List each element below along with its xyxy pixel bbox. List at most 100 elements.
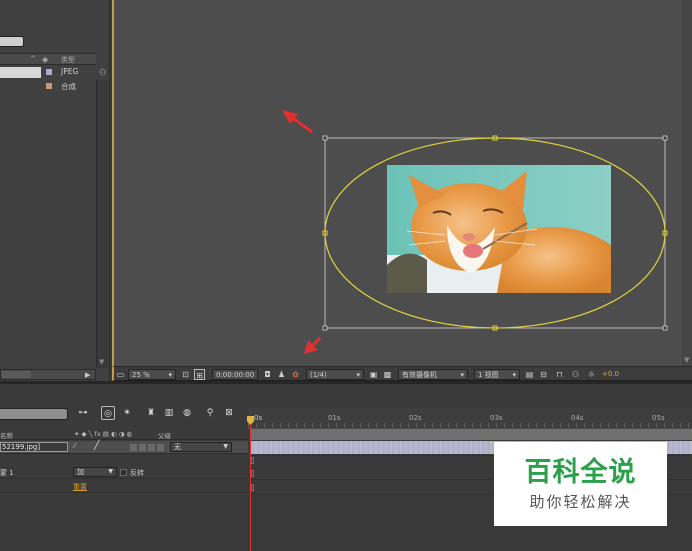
- mask-invert-label: 反转: [130, 469, 144, 477]
- current-time-display[interactable]: 0:00:00:00: [212, 369, 258, 380]
- composition-mini-flowchart-icon[interactable]: ⊶: [76, 406, 90, 420]
- viewer-overlay: ▼: [282, 0, 692, 366]
- red-arrow-icon: [304, 336, 322, 354]
- column-name-header[interactable]: 名称: [0, 430, 13, 440]
- switches-header-icons[interactable]: ✦ ◆ ╲ fx ▤ ◐ ◑ ◍: [74, 430, 132, 438]
- mask-mode-value: 加: [77, 468, 84, 476]
- graph-editor-icon[interactable]: ⊠: [222, 406, 236, 420]
- layer-bounding-box[interactable]: [324, 137, 666, 329]
- transparency-grid-icon[interactable]: ▩: [382, 369, 393, 380]
- layer-transform-handles[interactable]: [322, 135, 668, 331]
- layer-column-header: 名称 ✦ ◆ ╲ fx ▤ ◐ ◑ ◍ 父级: [0, 429, 248, 440]
- chevron-down-icon: ▾: [512, 371, 516, 379]
- chevron-down-icon: ▾: [168, 371, 172, 379]
- flowchart-icon[interactable]: ⚇: [570, 369, 581, 380]
- project-search-input[interactable]: [0, 36, 24, 47]
- grid-icon[interactable]: ⊞: [194, 369, 205, 380]
- mask-vertex-handles[interactable]: [322, 135, 668, 331]
- live-update-icon[interactable]: ◎: [101, 406, 115, 420]
- mask-row[interactable]: 蒙 1 加 ▼ 反转: [0, 466, 248, 479]
- ruler-tick-label: 03s: [490, 414, 503, 422]
- mask-mode-dropdown[interactable]: 加 ▼: [73, 467, 117, 477]
- project-item-type: JPEG: [61, 67, 79, 76]
- ruler-start-label: 0s: [254, 414, 263, 422]
- watermark-subtitle: 助你轻松解决: [529, 493, 632, 511]
- label-swatch[interactable]: [46, 83, 52, 89]
- project-item-name-cell[interactable]: [0, 67, 41, 78]
- motion-blur-icon[interactable]: ◍: [180, 406, 194, 420]
- mask-name[interactable]: 蒙 1: [0, 468, 14, 478]
- tag-icon[interactable]: ◈: [42, 55, 51, 64]
- exposure-icon[interactable]: ☼: [586, 369, 597, 380]
- parent-value: 无: [174, 443, 181, 451]
- always-preview-icon[interactable]: ▭: [115, 369, 126, 380]
- column-type-header[interactable]: 类型: [61, 55, 75, 65]
- resolution-value: (1/4): [310, 371, 327, 379]
- track-keyframe-marker[interactable]: [251, 484, 254, 491]
- pen-switch-icon[interactable]: ╱: [94, 441, 99, 451]
- label-swatch[interactable]: [46, 69, 52, 75]
- camera-view-value: 有效摄像机: [402, 371, 437, 379]
- project-panel: ^ ◈ 类型 JPEG 合成 ⚇ ▼ ▶: [0, 0, 110, 382]
- mask-reset-link[interactable]: 重置: [73, 482, 87, 492]
- mask-invert-checkbox[interactable]: [120, 469, 127, 476]
- track-keyframe-marker[interactable]: [251, 470, 254, 477]
- draft-3d-icon[interactable]: ✶: [120, 406, 134, 420]
- viewer-toolbar: ▭ 25 % ▾ ⊡ ⊞ 0:00:00:00 ◘ ♟ ✿ (1/4) ▾ ▣ ▩ …: [112, 366, 692, 381]
- project-column-header: ^ ◈ 类型: [0, 53, 96, 65]
- ruler-tick-label: 05s: [652, 414, 665, 422]
- chevron-down-icon: ▾: [460, 371, 464, 379]
- project-item-type: 合成: [61, 82, 76, 91]
- watermark-title: 百科全说: [524, 457, 637, 488]
- show-snapshot-icon[interactable]: ♟: [276, 369, 287, 380]
- scrollbar-thumb[interactable]: [1, 371, 31, 378]
- shy-icon[interactable]: ♜: [144, 406, 158, 420]
- red-arrow-icon: [282, 110, 313, 134]
- watermark-logo: 百科全说 助你轻松解决: [494, 442, 667, 526]
- ruler-tick-label: 01s: [328, 414, 341, 422]
- magnification-dropdown[interactable]: 25 % ▾: [128, 369, 176, 380]
- layer-switch-boxes[interactable]: [130, 444, 166, 451]
- chevron-down-icon: ▼: [108, 468, 113, 475]
- magnification-value: 25 %: [132, 371, 150, 379]
- timeline-search-input[interactable]: [0, 408, 68, 420]
- frame-blending-icon[interactable]: ▥: [162, 406, 176, 420]
- color-channel-icon[interactable]: ✿: [290, 369, 301, 380]
- project-horizontal-scrollbar[interactable]: ▶: [0, 369, 96, 380]
- chevron-down-icon: ▾: [356, 371, 360, 379]
- layer-name-field[interactable]: 52199.jpg]: [0, 442, 68, 452]
- work-area-bar[interactable]: [250, 429, 692, 440]
- composition-viewer[interactable]: ▼: [112, 0, 692, 366]
- resolution-dropdown[interactable]: (1/4) ▾: [306, 369, 364, 380]
- flowchart-icon[interactable]: ⚇: [99, 68, 106, 77]
- toggle-pixel-aspect-icon[interactable]: ▤: [524, 369, 535, 380]
- mask-property-row: 重置: [0, 481, 248, 493]
- column-parent-header[interactable]: 父级: [158, 430, 171, 440]
- view-layout-value: 1 视图: [478, 371, 499, 379]
- scroll-down-icon[interactable]: ▼: [684, 356, 690, 364]
- view-layout-dropdown[interactable]: 1 视图 ▾: [474, 369, 520, 380]
- region-of-interest-icon[interactable]: ▣: [368, 369, 379, 380]
- project-vertical-scrollbar[interactable]: ▼: [96, 80, 108, 368]
- viewer-scrollbar[interactable]: ▼: [682, 0, 692, 366]
- elliptical-mask-path[interactable]: [324, 137, 666, 329]
- track-keyframe-marker[interactable]: [251, 457, 254, 464]
- layer-solo-switch-icon[interactable]: ⁄: [74, 442, 75, 450]
- region-icon[interactable]: ⊡: [180, 369, 191, 380]
- scroll-right-icon[interactable]: ▶: [85, 371, 90, 379]
- layer-row[interactable]: 52199.jpg] ⁄ ╱ 无 ▼: [0, 441, 248, 454]
- brainstorm-icon[interactable]: ⚲: [203, 406, 217, 420]
- exposure-value[interactable]: +0.0: [602, 369, 619, 380]
- current-time-indicator-line[interactable]: [250, 417, 251, 551]
- parent-dropdown[interactable]: 无 ▼: [170, 442, 232, 452]
- chevron-down-icon: ▼: [223, 443, 228, 450]
- project-item-jpeg[interactable]: JPEG: [0, 66, 96, 79]
- fast-preview-icon[interactable]: ⊟: [538, 369, 549, 380]
- timeline-icon[interactable]: ⊓: [554, 369, 565, 380]
- camera-view-dropdown[interactable]: 有效摄像机 ▾: [398, 369, 468, 380]
- scroll-down-icon[interactable]: ▼: [99, 358, 104, 366]
- sort-chevron-icon[interactable]: ^: [30, 55, 36, 63]
- camera-snapshot-icon[interactable]: ◘: [262, 369, 273, 380]
- ruler-tick-label: 02s: [409, 414, 422, 422]
- project-item-composition[interactable]: 合成: [0, 80, 96, 93]
